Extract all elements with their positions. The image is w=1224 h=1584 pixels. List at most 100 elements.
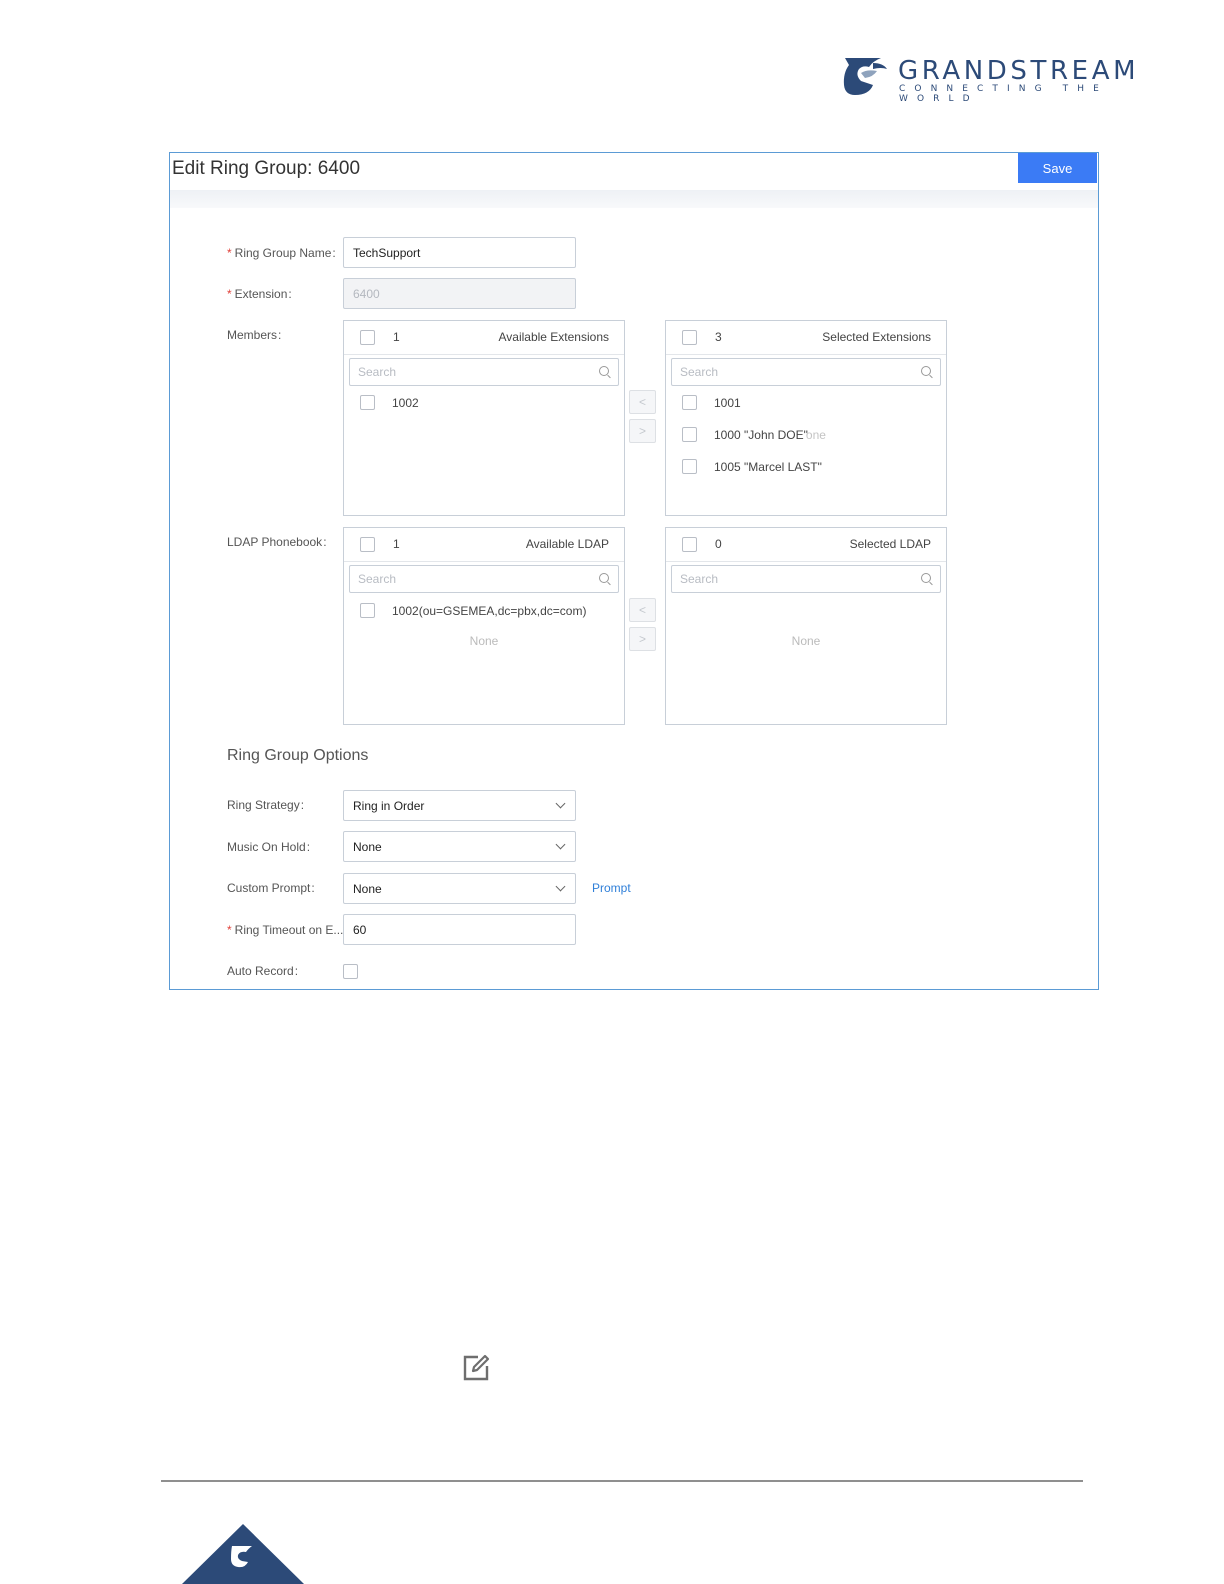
- selected-ldap-list: 0 Selected LDAP Search None: [665, 527, 947, 725]
- overlap-ghost-text: one: [805, 427, 826, 442]
- music-on-hold-label: Music On Hold:: [227, 840, 311, 854]
- ring-group-name-label-text: Ring Group Name: [234, 246, 332, 260]
- item-checkbox[interactable]: [360, 603, 375, 618]
- selected-ldap-title: Selected LDAP: [849, 537, 931, 551]
- music-on-hold-label-text: Music On Hold: [227, 840, 306, 854]
- list-item[interactable]: 1005 "Marcel LAST": [682, 459, 822, 474]
- search-icon: [599, 366, 609, 376]
- custom-prompt-select[interactable]: None: [343, 873, 576, 904]
- ring-timeout-input[interactable]: 60: [343, 914, 576, 945]
- select-all-selected-ldap-checkbox[interactable]: [682, 537, 697, 552]
- ring-group-options-title: Ring Group Options: [227, 747, 369, 764]
- edit-ring-group-dialog: Edit Ring Group: 6400 Save * Ring Group N…: [169, 152, 1099, 990]
- ring-timeout-label: * Ring Timeout on E...: [227, 923, 343, 937]
- custom-prompt-label: Custom Prompt:: [227, 881, 315, 895]
- edit-icon: [463, 1354, 490, 1381]
- list-item[interactable]: 1001: [682, 395, 741, 410]
- list-item-label: 1002: [392, 395, 419, 410]
- ldap-move-right-button[interactable]: >: [629, 627, 656, 651]
- available-extensions-list: 1 Available Extensions Search 1002: [343, 320, 625, 516]
- list-item[interactable]: 1002(ou=GSEMEA,dc=pbx,dc=com): [360, 603, 586, 618]
- extension-label: * Extension:: [227, 287, 292, 301]
- required-marker: *: [227, 287, 232, 301]
- chevron-down-icon: [555, 839, 566, 850]
- chevron-down-icon: [555, 881, 566, 892]
- selected-extensions-title: Selected Extensions: [822, 330, 931, 344]
- list-item[interactable]: 1000 "John DOE" one: [682, 427, 826, 442]
- ring-strategy-value: Ring in Order: [353, 798, 425, 813]
- empty-text: None: [791, 634, 821, 648]
- music-on-hold-select[interactable]: None: [343, 831, 576, 862]
- required-marker: *: [227, 246, 232, 260]
- save-button[interactable]: Save: [1018, 153, 1097, 183]
- ldap-move-left-button[interactable]: <: [629, 598, 656, 622]
- available-extensions-header: 1 Available Extensions: [344, 321, 624, 355]
- available-extensions-title: Available Extensions: [498, 330, 609, 344]
- members-label-text: Members: [227, 328, 278, 342]
- brand-name: GRANDSTREAM: [898, 56, 1140, 86]
- selected-ldap-header: 0 Selected LDAP: [666, 528, 946, 562]
- list-item-label: 1005 "Marcel LAST": [714, 459, 822, 474]
- list-item-label: 1002(ou=GSEMEA,dc=pbx,dc=com): [392, 603, 587, 618]
- footer-divider: [161, 1480, 1083, 1482]
- available-ldap-list: 1 Available LDAP Search 1002(ou=GSEMEA,d…: [343, 527, 625, 725]
- extension-label-text: Extension: [234, 287, 288, 301]
- prompt-link[interactable]: Prompt: [592, 881, 631, 895]
- search-icon: [921, 366, 931, 376]
- available-extensions-count: 1: [393, 330, 400, 344]
- item-checkbox[interactable]: [682, 395, 697, 410]
- search-placeholder: Search: [358, 572, 397, 586]
- selected-extensions-count: 3: [715, 330, 722, 344]
- grandstream-logo-icon: [182, 1524, 304, 1584]
- empty-text: None: [469, 634, 499, 648]
- available-ldap-title: Available LDAP: [525, 537, 609, 551]
- ldap-phonebook-label: LDAP Phonebook:: [227, 535, 327, 549]
- available-ldap-header: 1 Available LDAP: [344, 528, 624, 562]
- selected-extensions-header: 3 Selected Extensions: [666, 321, 946, 355]
- custom-prompt-value: None: [353, 881, 382, 896]
- select-all-selected-checkbox[interactable]: [682, 330, 697, 345]
- move-right-button[interactable]: >: [629, 419, 656, 443]
- ring-strategy-label: Ring Strategy:: [227, 798, 305, 812]
- available-extensions-search[interactable]: Search: [349, 358, 619, 386]
- list-item-label: 1001: [714, 395, 741, 410]
- ring-strategy-select[interactable]: Ring in Order: [343, 790, 576, 821]
- music-on-hold-value: None: [353, 839, 382, 854]
- selected-extensions-search[interactable]: Search: [671, 358, 941, 386]
- grandstream-logo-icon: [843, 58, 887, 95]
- select-all-available-checkbox[interactable]: [360, 330, 375, 345]
- search-icon: [921, 573, 931, 583]
- move-left-button[interactable]: <: [629, 390, 656, 414]
- brand-tagline: CONNECTING THE WORLD: [899, 84, 1108, 104]
- list-item[interactable]: 1002: [360, 395, 419, 410]
- chevron-down-icon: [555, 798, 566, 809]
- search-placeholder: Search: [358, 365, 397, 379]
- selected-extensions-list: 3 Selected Extensions Search 1001 1000 "…: [665, 320, 947, 516]
- ring-strategy-label-text: Ring Strategy: [227, 798, 300, 812]
- available-ldap-count: 1: [393, 537, 400, 551]
- available-ldap-search[interactable]: Search: [349, 565, 619, 593]
- title-divider: [170, 190, 1098, 208]
- item-checkbox[interactable]: [682, 459, 697, 474]
- search-placeholder: Search: [680, 365, 719, 379]
- select-all-available-ldap-checkbox[interactable]: [360, 537, 375, 552]
- ring-group-name-input[interactable]: TechSupport: [343, 237, 576, 268]
- search-icon: [599, 573, 609, 583]
- ring-timeout-label-text: Ring Timeout on E...: [234, 923, 344, 937]
- auto-record-label-text: Auto Record: [227, 964, 294, 978]
- item-checkbox[interactable]: [360, 395, 375, 410]
- extension-input: 6400: [343, 278, 576, 309]
- grandstream-logo: GRANDSTREAM CONNECTING THE WORLD: [843, 55, 1173, 104]
- auto-record-label: Auto Record:: [227, 964, 299, 978]
- list-item-label: 1000 "John DOE": [714, 427, 808, 442]
- auto-record-checkbox[interactable]: [343, 964, 358, 979]
- selected-ldap-count: 0: [715, 537, 722, 551]
- dialog-title: Edit Ring Group: 6400: [172, 158, 361, 179]
- search-placeholder: Search: [680, 572, 719, 586]
- item-checkbox[interactable]: [682, 427, 697, 442]
- ring-group-name-label: * Ring Group Name:: [227, 246, 336, 260]
- members-label: Members:: [227, 328, 282, 342]
- required-marker: *: [227, 923, 232, 937]
- custom-prompt-label-text: Custom Prompt: [227, 881, 311, 895]
- selected-ldap-search[interactable]: Search: [671, 565, 941, 593]
